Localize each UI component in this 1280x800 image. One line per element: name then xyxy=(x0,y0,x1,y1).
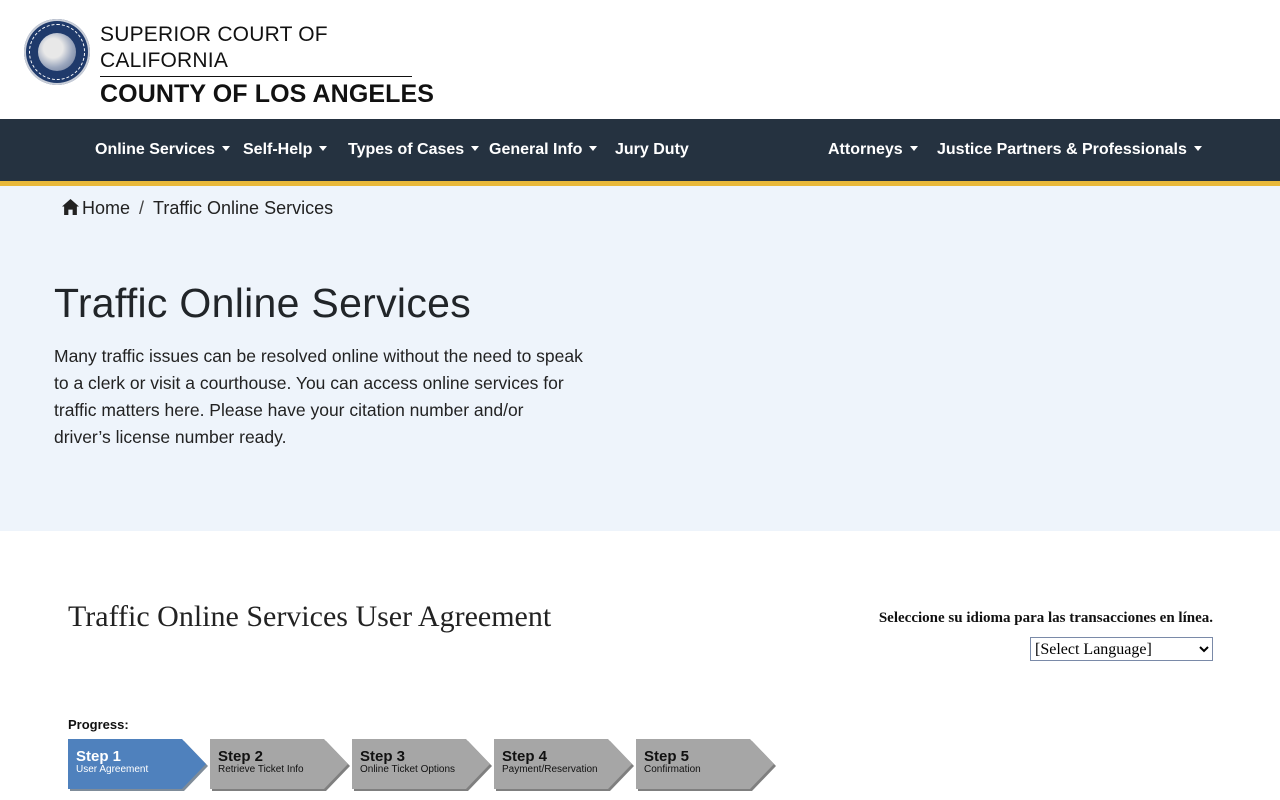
nav-types-of-cases[interactable]: Types of Cases xyxy=(348,119,480,181)
chevron-down-icon xyxy=(319,146,328,151)
step-title: Step 2 xyxy=(218,748,264,765)
court-seal-logo[interactable] xyxy=(24,19,90,85)
nav-attorneys[interactable]: Attorneys xyxy=(828,119,918,181)
progress-label: Progress: xyxy=(68,717,129,732)
step-subtitle: Payment/Reservation xyxy=(502,764,598,775)
nav-general-info[interactable]: General Info xyxy=(489,119,598,181)
breadcrumb-current: Traffic Online Services xyxy=(153,198,334,218)
step-title: Step 5 xyxy=(644,748,690,765)
page-description: Many traffic issues can be resolved onli… xyxy=(54,346,583,447)
step-title: Step 3 xyxy=(360,748,406,765)
step-subtitle: Confirmation xyxy=(644,764,701,775)
main-nav: Online Services Self-Help Types of Cases… xyxy=(0,119,1280,186)
hero-section: Home / Traffic Online Services Traffic Onl… xyxy=(0,186,1280,531)
agreement-title: Traffic Online Services User Agreement xyxy=(68,600,552,633)
step-subtitle: User Agreement xyxy=(76,764,149,775)
language-label: Seleccione su idioma para las transaccio… xyxy=(878,610,1213,626)
chevron-down-icon xyxy=(222,146,231,151)
court-name-line2: COUNTY OF LOS ANGELES xyxy=(100,80,435,108)
page-title: Traffic Online Services xyxy=(54,280,472,326)
site-header: SUPERIOR COURT OF CALIFORNIA COUNTY OF L… xyxy=(0,0,1280,119)
progress-step-1: Step 1 User Agreement xyxy=(68,739,210,791)
nav-self-help[interactable]: Self-Help xyxy=(243,119,328,181)
home-icon xyxy=(62,199,79,215)
chevron-down-icon xyxy=(589,146,598,151)
chevron-down-icon xyxy=(909,146,918,151)
nav-online-services[interactable]: Online Services xyxy=(95,119,231,181)
step-subtitle: Retrieve Ticket Info xyxy=(218,764,304,775)
progress-step-3: Step 3 Online Ticket Options xyxy=(352,739,494,791)
court-name-line1: SUPERIOR COURT OF CALIFORNIA xyxy=(100,22,412,77)
breadcrumb-separator: / xyxy=(139,198,145,218)
chevron-down-icon xyxy=(1193,146,1202,151)
progress-step-5: Step 5 Confirmation xyxy=(636,739,778,791)
breadcrumb-home-link[interactable]: Home xyxy=(82,198,130,218)
step-title: Step 4 xyxy=(502,748,548,765)
progress-step-4: Step 4 Payment/Reservation xyxy=(494,739,636,791)
language-select[interactable]: [Select Language] xyxy=(1030,637,1213,661)
nav-justice-partners[interactable]: Justice Partners & Professionals xyxy=(937,119,1202,181)
step-title: Step 1 xyxy=(76,748,122,765)
court-name[interactable]: SUPERIOR COURT OF CALIFORNIA COUNTY OF L… xyxy=(100,22,434,111)
progress-step-2: Step 2 Retrieve Ticket Info xyxy=(210,739,352,791)
chevron-down-icon xyxy=(471,146,480,151)
nav-jury-duty[interactable]: Jury Duty xyxy=(615,119,689,181)
step-subtitle: Online Ticket Options xyxy=(360,764,456,775)
breadcrumb: Home / Traffic Online Services xyxy=(62,198,333,219)
